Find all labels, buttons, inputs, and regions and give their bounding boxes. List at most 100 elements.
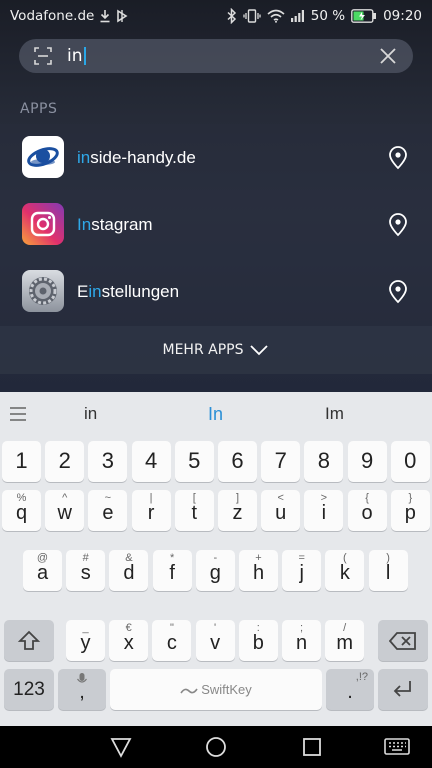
key-label: f	[169, 562, 175, 584]
key[interactable]: ) l	[368, 550, 408, 591]
key[interactable]: 2	[45, 441, 85, 482]
key[interactable]: [t	[174, 490, 214, 531]
key[interactable]: ' v	[195, 620, 235, 661]
swiftkey-logo-icon	[180, 688, 198, 694]
key[interactable]: + h	[239, 550, 278, 591]
shift-key[interactable]	[4, 620, 54, 661]
key-label: l	[385, 562, 391, 584]
backspace-icon	[389, 632, 416, 650]
key[interactable]: } p	[390, 490, 430, 531]
key-label: g	[209, 562, 221, 584]
key-label: k	[339, 562, 350, 584]
key[interactable]: / m	[325, 620, 365, 661]
key[interactable]: -g	[195, 550, 235, 591]
numbers-switch-key[interactable]: 123	[4, 669, 54, 710]
app-result-instagram[interactable]: Instagram	[0, 191, 432, 258]
key-label: t	[191, 502, 198, 524]
key[interactable]: 0	[390, 441, 430, 482]
search-bar[interactable]: in	[19, 39, 413, 73]
key[interactable]: 1	[2, 441, 41, 482]
suggestion-right[interactable]: Im	[325, 404, 344, 424]
app-name: Einstellungen	[77, 281, 180, 301]
key-label: 0	[404, 448, 417, 473]
location-pin-icon[interactable]	[386, 212, 410, 237]
battery-icon	[351, 9, 377, 23]
key[interactable]: # s	[66, 550, 106, 591]
key-label: 8	[317, 448, 331, 473]
key[interactable]: _ y	[66, 620, 105, 661]
backspace-key[interactable]	[378, 620, 428, 661]
key[interactable]: 7	[261, 441, 301, 482]
scan-icon[interactable]	[33, 46, 53, 66]
key[interactable]: {o	[347, 490, 387, 531]
more-apps-button[interactable]: MEHR APPS	[0, 326, 432, 374]
chevron-down-icon	[249, 344, 269, 356]
keyboard-icon[interactable]	[383, 735, 411, 759]
apps-result-list: inside-handy.de Instagram Einstellungen	[0, 124, 432, 326]
location-pin-icon[interactable]	[386, 279, 410, 304]
suggestion-left[interactable]: in	[84, 404, 97, 424]
key[interactable]: ^ w	[45, 490, 85, 531]
back-icon[interactable]	[109, 735, 133, 759]
key[interactable]: > i	[304, 490, 344, 531]
key[interactable]: 9	[347, 441, 387, 482]
search-input[interactable]: in	[67, 46, 86, 66]
suggestion-center[interactable]: In	[208, 404, 223, 425]
search-query: in	[67, 46, 83, 66]
key-label: 1	[15, 448, 28, 473]
key-label: q	[15, 502, 28, 524]
section-label-apps: APPS	[20, 101, 58, 117]
key[interactable]: :b	[238, 620, 278, 661]
space-key-label: SwiftKey	[201, 682, 252, 697]
key[interactable]: | r	[131, 490, 171, 531]
key-label: u	[275, 502, 287, 524]
comma-key[interactable]: ,	[58, 669, 106, 710]
key[interactable]: " c	[152, 620, 192, 661]
key-label: c	[166, 632, 177, 654]
space-key[interactable]: SwiftKey	[110, 669, 322, 710]
key[interactable]: ] z	[218, 490, 257, 531]
key[interactable]: = j	[282, 550, 322, 591]
key[interactable]: 4	[131, 441, 171, 482]
key-label: o	[361, 502, 373, 524]
recents-icon[interactable]	[300, 735, 324, 759]
bluetooth-icon	[227, 8, 237, 24]
hamburger-icon[interactable]	[8, 404, 28, 424]
key-label: i	[321, 502, 327, 524]
key[interactable]: 6	[218, 441, 257, 482]
period-key[interactable]: ,!? .	[326, 669, 374, 710]
download-icon	[99, 9, 111, 23]
vibrate-icon	[243, 9, 261, 23]
location-pin-icon[interactable]	[386, 145, 410, 170]
close-icon[interactable]	[377, 45, 399, 67]
more-apps-label: MEHR APPS	[162, 342, 244, 358]
home-icon[interactable]	[204, 735, 228, 759]
key[interactable]: * f	[152, 550, 192, 591]
key[interactable]: < u	[261, 490, 301, 531]
key[interactable]: € x	[109, 620, 149, 661]
enter-key[interactable]	[378, 669, 428, 710]
key[interactable]: (k	[325, 550, 365, 591]
key[interactable]: ; n	[282, 620, 321, 661]
app-result-einstellungen[interactable]: Einstellungen	[0, 258, 432, 325]
key[interactable]: ~ e	[88, 490, 128, 531]
app-result-inside-handy[interactable]: inside-handy.de	[0, 124, 432, 191]
key[interactable]: 5	[174, 441, 214, 482]
vpn-icon	[116, 9, 128, 23]
status-bar: Vodafone.de 50 % 09:20	[0, 0, 432, 32]
key[interactable]: 8	[304, 441, 344, 482]
key[interactable]: & d	[109, 550, 149, 591]
app-name: inside-handy.de	[77, 147, 196, 167]
key[interactable]: @ a	[23, 550, 62, 591]
shift-icon	[17, 630, 41, 650]
key[interactable]: % q	[2, 490, 41, 531]
key[interactable]: 3	[88, 441, 128, 482]
instagram-logo	[22, 203, 64, 245]
key-label: s	[80, 562, 91, 584]
enter-icon	[393, 681, 411, 697]
key-label: a	[36, 562, 49, 584]
key-label: v	[210, 632, 221, 654]
key-label: 7	[274, 448, 287, 473]
navigation-bar	[0, 726, 432, 768]
inside-handy-logo	[22, 136, 64, 178]
